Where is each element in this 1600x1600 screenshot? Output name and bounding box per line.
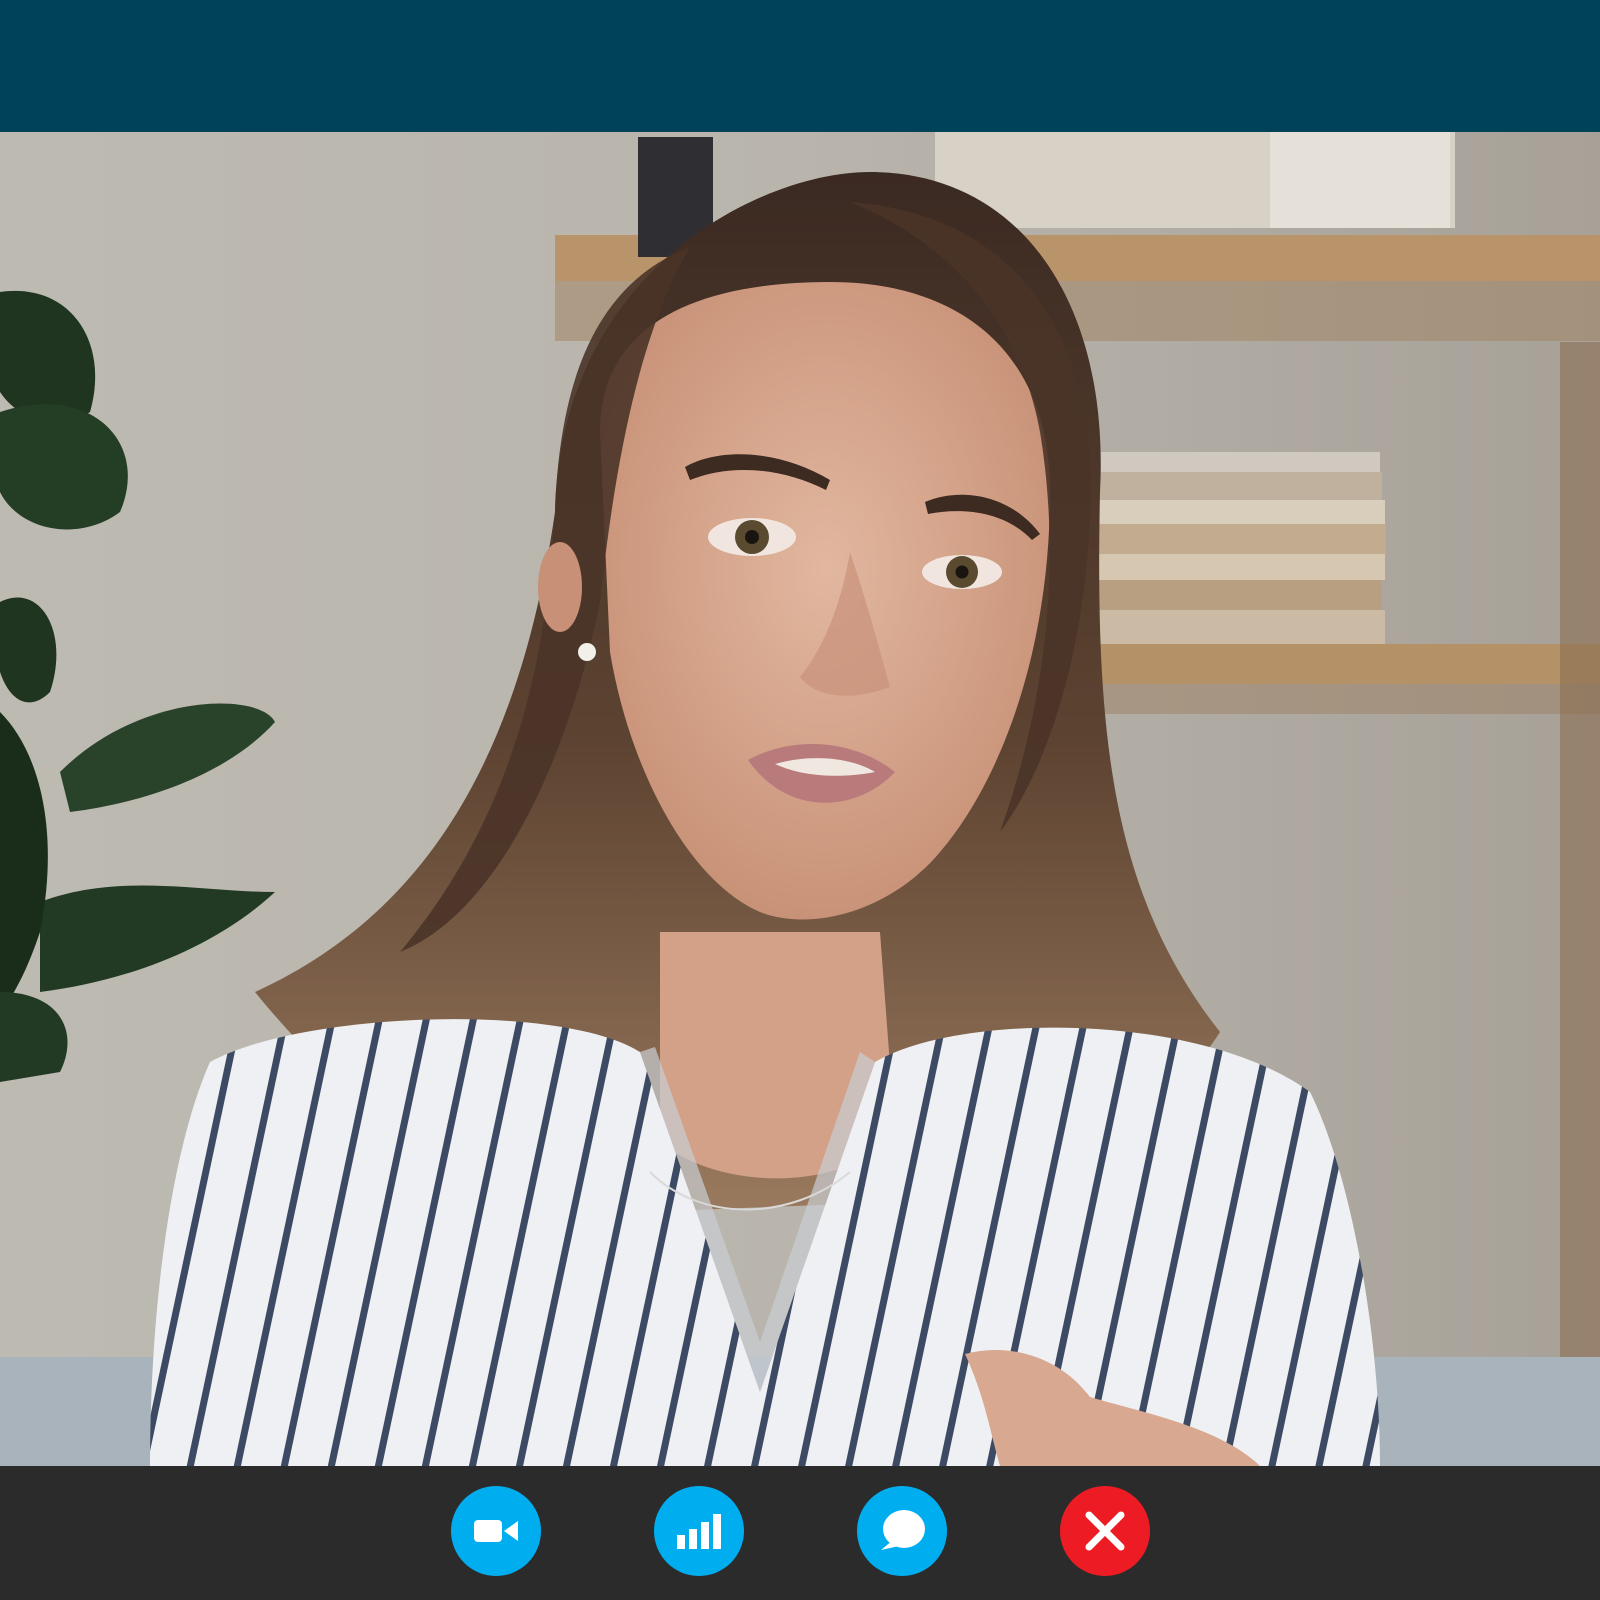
chat-button[interactable]: [857, 1486, 947, 1576]
call-header-bar: [0, 0, 1600, 132]
participant-video-frame: [0, 132, 1600, 1466]
signal-bars-icon: [677, 1514, 721, 1549]
call-controls-bar: [0, 1466, 1600, 1600]
video-call-window: [0, 0, 1600, 1600]
toggle-video-button[interactable]: [451, 1486, 541, 1576]
earring: [578, 643, 596, 661]
end-call-button[interactable]: [1060, 1486, 1150, 1576]
remote-video-feed: [0, 132, 1600, 1466]
close-x-icon: [1085, 1511, 1125, 1551]
chat-bubble-icon: [881, 1510, 925, 1550]
connection-quality-button[interactable]: [654, 1486, 744, 1576]
participant-ear: [538, 542, 582, 632]
video-camera-icon: [474, 1520, 518, 1542]
